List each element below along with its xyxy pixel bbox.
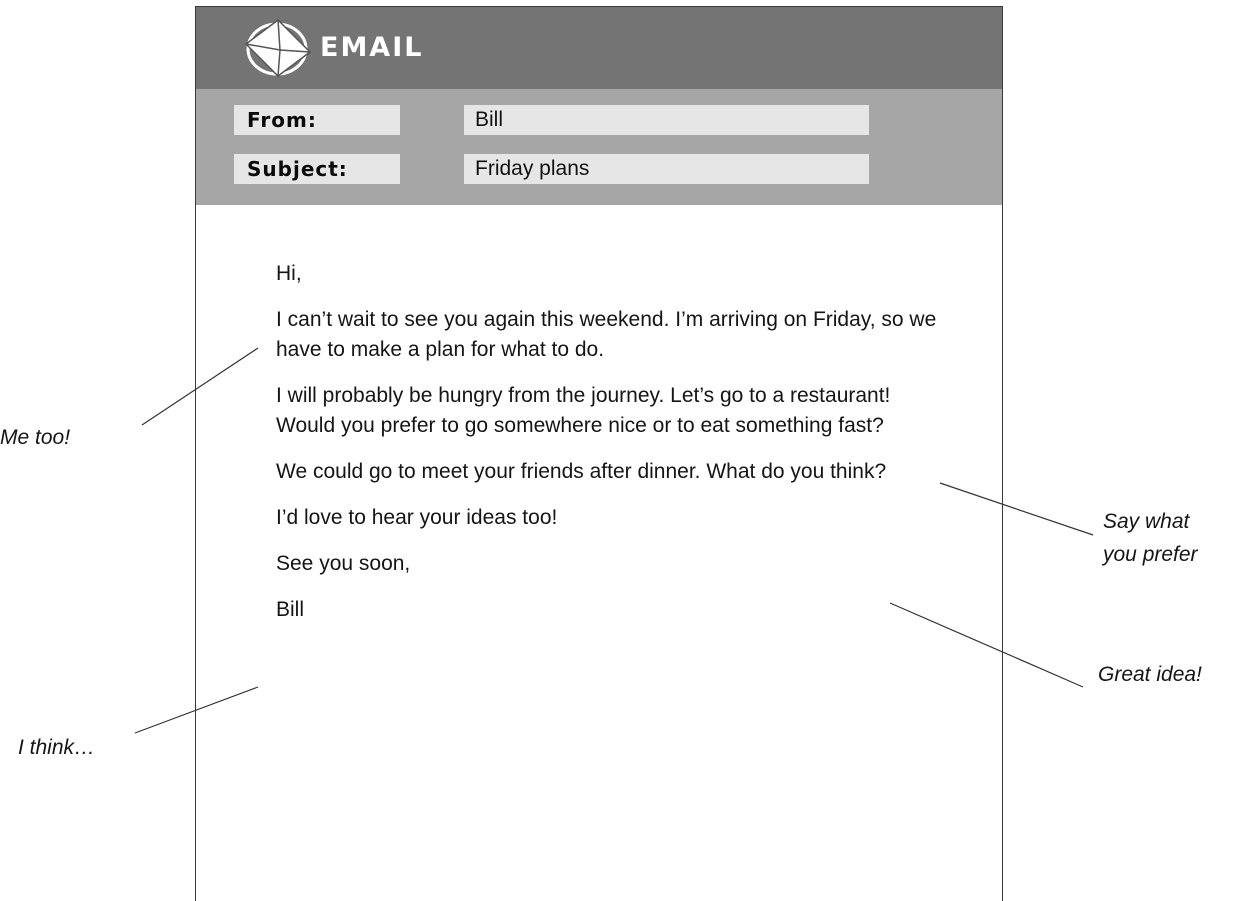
message-body: Hi, I can’t wait to see you again this w… <box>276 259 976 641</box>
from-label: From: <box>234 105 400 135</box>
app-title: EMAIL <box>320 32 424 63</box>
envelope-logo-icon <box>244 19 312 77</box>
from-field[interactable]: Bill <box>464 105 869 135</box>
message-paragraph: I’d love to hear your ideas too! <box>276 506 558 529</box>
annotation-me-too: Me too! <box>0 426 71 449</box>
annotation-say-what-line1: Say what <box>1103 510 1190 533</box>
annotation-great-idea: Great idea! <box>1098 663 1202 686</box>
signature: Bill <box>276 598 305 621</box>
header-fields: From: Bill Subject: Friday plans <box>196 89 1002 205</box>
annotation-i-think: I think… <box>18 736 96 759</box>
message-paragraph: I can’t wait to see you again this weeke… <box>276 308 937 361</box>
closing: See you soon, <box>276 552 411 575</box>
email-window: EMAIL From: Bill Subject: Friday plans H… <box>195 6 1003 901</box>
message-paragraph: We could go to meet your friends after d… <box>276 460 887 483</box>
annotation-say-what-line2: you prefer <box>1103 543 1198 566</box>
title-bar: EMAIL <box>196 7 1002 89</box>
greeting: Hi, <box>276 262 302 285</box>
subject-label: Subject: <box>234 154 400 184</box>
subject-field[interactable]: Friday plans <box>464 154 869 184</box>
annotation-say-what: Say what you prefer <box>1103 505 1198 571</box>
message-paragraph: I will probably be hungry from the journ… <box>276 384 891 437</box>
